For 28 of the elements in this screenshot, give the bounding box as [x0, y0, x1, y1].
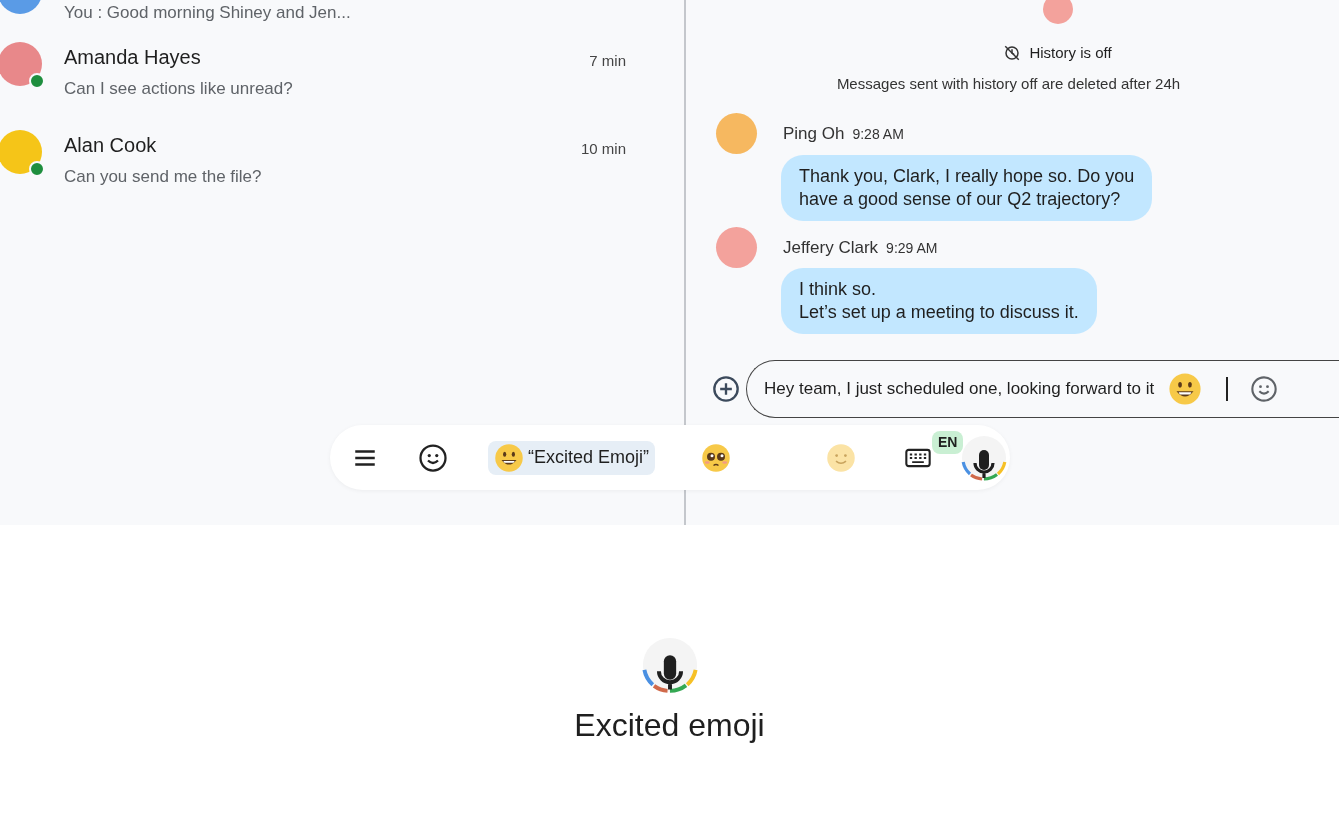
message-time: 10 min — [580, 139, 626, 159]
add-button[interactable] — [712, 375, 740, 403]
contact-name: Alan Cook — [64, 133, 158, 158]
message-time: 7 min — [589, 51, 626, 71]
message-bubble: Thank you, Clark, I really hope so. Do you have a good sense of our Q2 trajectory? — [781, 154, 1153, 221]
suggestion-chip[interactable]: “Excited Emoji” — [488, 440, 656, 475]
language-badge: EN — [932, 431, 964, 454]
avatar — [1042, 0, 1073, 24]
history-off-icon — [1003, 44, 1022, 63]
grinning-face-icon — [494, 442, 524, 473]
emoji-icon[interactable] — [418, 442, 448, 473]
text-cursor — [1226, 377, 1229, 401]
message-preview: Can I see actions like unread? — [64, 78, 294, 100]
voice-transcript: Excited emoji — [574, 706, 765, 745]
sender-name: Jeffery Clark — [783, 236, 879, 259]
sender-name: Ping Oh — [783, 123, 845, 145]
history-status: History is off — [1029, 43, 1112, 63]
smiling-face-icon — [826, 442, 857, 473]
message-preview: Can you send me the file? — [64, 166, 263, 188]
message-preview: You : Good morning Shiney and Jen... — [64, 2, 352, 24]
contact-name: Amanda Hayes — [64, 45, 202, 70]
pleading-face-icon — [700, 442, 731, 473]
message-time: 9:28 AM — [852, 125, 904, 144]
history-note: Messages sent with history off are deleted after 24h — [836, 73, 1181, 94]
message-bubble: I think so. Let’s set up a meeting to discuss it. — [781, 268, 1097, 334]
message-time: 9:29 AM — [886, 238, 938, 258]
grinning-face-icon — [1168, 372, 1203, 406]
message-input-field[interactable]: Hey team, I just scheduled one, looking forward to it — [746, 360, 1339, 418]
